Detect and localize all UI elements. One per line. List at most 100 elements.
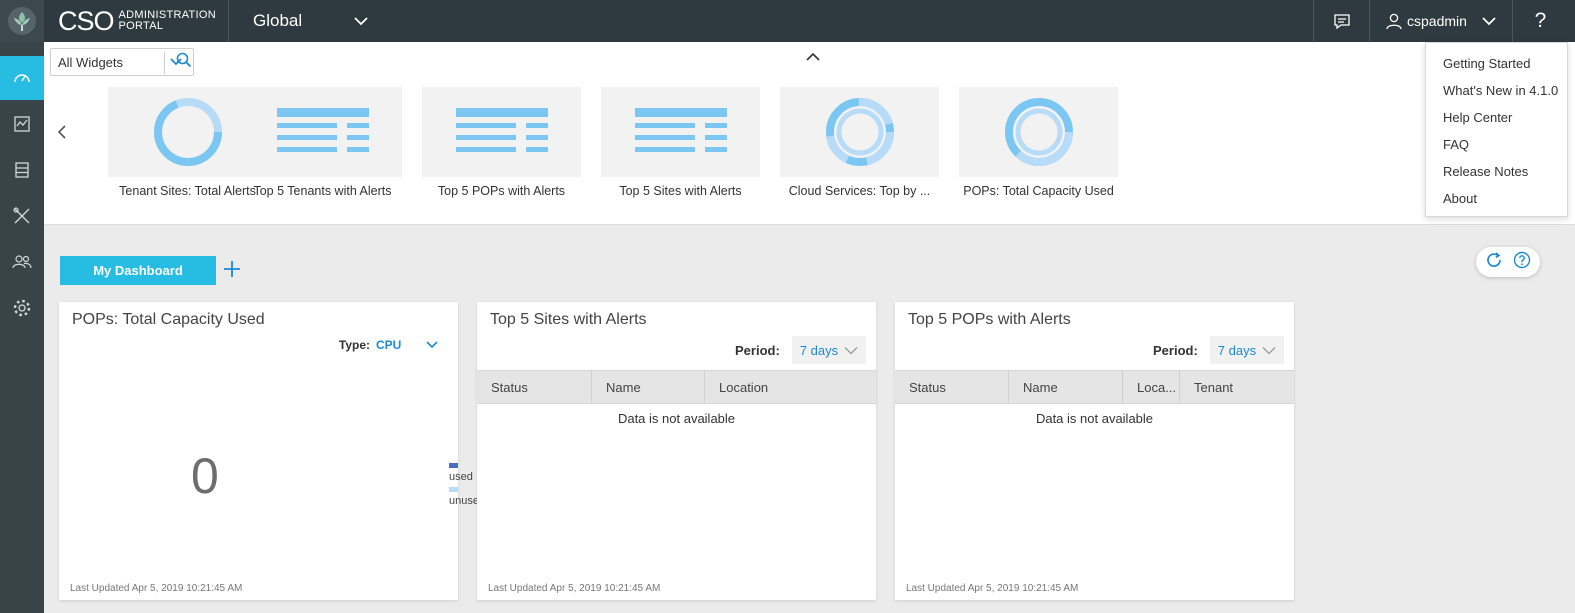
gear-icon (13, 299, 31, 317)
dashboard-help-button[interactable] (1513, 251, 1531, 274)
nav-users[interactable] (0, 240, 44, 284)
widget-pops-capacity: POPs: Total Capacity Used Type: CPU 0 us… (59, 302, 485, 600)
nav-administration[interactable] (0, 194, 44, 238)
logo[interactable] (0, 0, 44, 42)
list-icon (455, 108, 548, 152)
search-icon (176, 52, 192, 68)
period-control: Period: 7 days (1153, 336, 1285, 364)
widget-card-label: Cloud Services: Top by ... (788, 184, 931, 198)
help-menu-item-faq[interactable]: FAQ (1426, 135, 1567, 162)
column-header-name[interactable]: Name (592, 371, 705, 403)
user-menu[interactable]: cspadmin (1385, 0, 1497, 42)
column-header-status[interactable]: Status (895, 371, 1009, 403)
resources-icon (15, 162, 29, 178)
brand-name: CSO (58, 5, 115, 36)
widget-filter-select[interactable]: All Widgets (50, 48, 194, 76)
tools-icon (13, 207, 30, 224)
legend-swatch (449, 486, 458, 492)
widget-card[interactable]: Top 5 POPs with Alerts (422, 87, 581, 198)
widget-card[interactable]: Top 5 Sites with Alerts (601, 87, 760, 198)
widget-card-label: POPs: Total Capacity Used (963, 184, 1114, 198)
help-menu-item-getting-started[interactable]: Getting Started (1426, 54, 1567, 81)
type-select[interactable]: Type: CPU (339, 338, 438, 352)
help-menu-item-help-center[interactable]: Help Center (1426, 108, 1567, 135)
widget-card[interactable]: POPs: Total Capacity Used (959, 87, 1118, 198)
widget-thumbnail (243, 87, 402, 177)
widget-card-label: Top 5 Sites with Alerts (619, 184, 742, 198)
help-menu-item-about[interactable]: About (1426, 189, 1567, 216)
help-button[interactable]: ? (1513, 0, 1568, 42)
refresh-icon (1487, 251, 1502, 267)
widget-title: Top 5 Sites with Alerts (490, 311, 647, 328)
period-select[interactable]: 7 days (1209, 336, 1285, 364)
nav-resources[interactable] (0, 148, 44, 192)
column-header-status[interactable]: Status (477, 371, 592, 403)
widget-top-sites: Top 5 Sites with Alerts Period: 7 days S… (477, 302, 876, 600)
widget-card-label: Top 5 Tenants with Alerts (253, 184, 392, 198)
users-icon (12, 255, 32, 269)
widget-title: Top 5 POPs with Alerts (908, 311, 1071, 328)
plus-icon (224, 261, 240, 277)
table-header: Status Name Loca... Tenant (895, 370, 1294, 404)
empty-message: Data is not available (1035, 411, 1154, 426)
donut-chart-icon (825, 98, 894, 166)
period-label: Period: (735, 342, 780, 358)
widget-search-button[interactable] (176, 52, 192, 73)
widget-card[interactable]: Cloud Services: Top by ... (780, 87, 939, 198)
tab-my-dashboard[interactable]: My Dashboard (60, 256, 216, 285)
widget-title: POPs: Total Capacity Used (72, 311, 265, 328)
widget-thumbnail (422, 87, 581, 177)
donut-chart-icon (153, 98, 222, 166)
monitor-icon (14, 116, 30, 132)
brand-subtitle: ADMINISTRATION PORTAL (118, 9, 217, 32)
help-icon: ? (1534, 9, 1547, 32)
widget-filter-value: All Widgets (58, 54, 124, 70)
help-menu-item-release-notes[interactable]: Release Notes (1426, 162, 1567, 189)
legend-swatch (449, 462, 458, 468)
chevron-down-icon (354, 17, 368, 26)
column-header-tenant[interactable]: Tenant (1180, 371, 1294, 403)
scope-selector[interactable]: Global (240, 0, 369, 42)
nav-monitor[interactable] (0, 102, 44, 146)
chat-icon (1333, 14, 1350, 30)
dashboard-tools (1476, 247, 1540, 277)
type-value: CPU (376, 338, 402, 352)
widget-card-label: Top 5 POPs with Alerts (437, 184, 566, 198)
period-control: Period: 7 days (735, 336, 867, 364)
period-value: 7 days (1217, 342, 1257, 358)
chevron-up-icon (806, 52, 820, 61)
chevron-down-icon (1482, 17, 1496, 26)
user-icon (1386, 13, 1402, 30)
left-nav (0, 42, 44, 613)
list-icon (634, 108, 727, 152)
list-icon (276, 108, 369, 152)
collapse-tray-button[interactable] (804, 50, 822, 68)
type-label: Type: (338, 338, 370, 352)
divider (164, 52, 165, 74)
column-header-location[interactable]: Loca... (1123, 371, 1180, 403)
widget-thumbnail (959, 87, 1118, 177)
help-menu-item-whats-new[interactable]: What's New in 4.1.0 (1426, 81, 1567, 108)
divider (228, 0, 229, 42)
widget-tray: All Widgets Tenant Sites: Total Alerts T… (44, 42, 1575, 225)
chevron-down-icon (844, 346, 858, 354)
question-circle-icon (1513, 251, 1530, 268)
column-header-location[interactable]: Location (705, 371, 876, 403)
brand: CSO ADMINISTRATION PORTAL (44, 0, 228, 42)
tray-prev-button[interactable] (47, 87, 77, 177)
logo-icon (8, 7, 36, 35)
widget-top-pops: Top 5 POPs with Alerts Period: 7 days St… (895, 302, 1294, 600)
last-updated: Last Updated Apr 5, 2019 10:21:45 AM (906, 583, 1079, 594)
add-dashboard-button[interactable] (222, 259, 242, 284)
messages-button[interactable] (1314, 0, 1369, 42)
divider (1369, 0, 1370, 42)
period-select[interactable]: 7 days (791, 336, 867, 364)
period-label: Period: (1153, 342, 1198, 358)
top-bar: CSO ADMINISTRATION PORTAL Global cspadmi… (0, 0, 1575, 42)
nav-settings[interactable] (0, 286, 44, 330)
widget-card[interactable]: Top 5 Tenants with Alerts (243, 87, 402, 198)
refresh-button[interactable] (1485, 251, 1503, 274)
nav-dashboard[interactable] (0, 56, 44, 100)
column-header-name[interactable]: Name (1009, 371, 1123, 403)
last-updated: Last Updated Apr 5, 2019 10:21:45 AM (70, 583, 243, 594)
